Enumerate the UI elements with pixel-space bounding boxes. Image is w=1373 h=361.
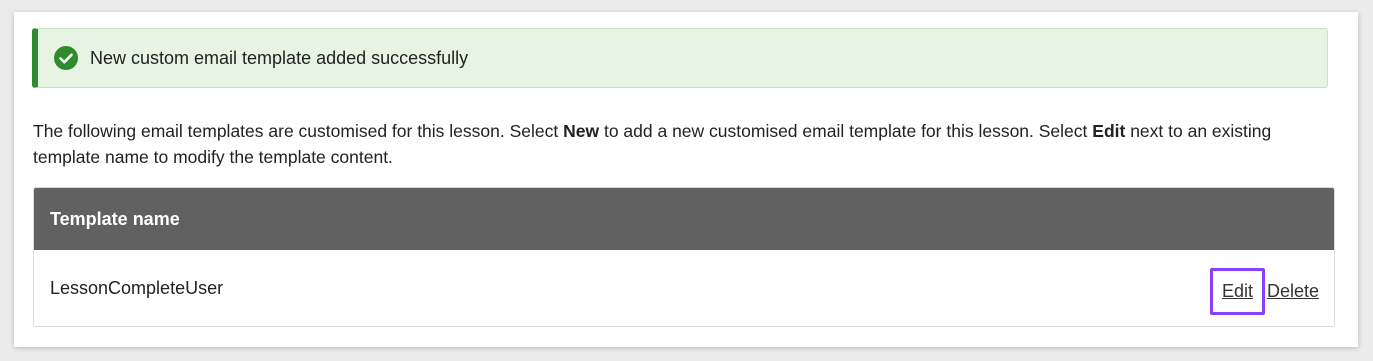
success-alert: New custom email template added successf… (32, 28, 1328, 88)
edit-link[interactable]: Edit (1222, 281, 1253, 302)
templates-table: Template name LessonCompleteUser Edit De… (33, 187, 1335, 327)
intro-bold-new: New (563, 121, 600, 141)
table-header: Template name (34, 188, 1334, 250)
column-header-template-name: Template name (50, 208, 180, 229)
template-name-cell: LessonCompleteUser (50, 277, 224, 298)
alert-message: New custom email template added successf… (90, 47, 469, 68)
check-circle-icon (54, 46, 78, 70)
edit-highlight-box: Edit (1209, 268, 1265, 315)
intro-text-part: The following email templates are custom… (33, 121, 564, 141)
table-row: LessonCompleteUser Edit Delete (34, 250, 1334, 326)
delete-link[interactable]: Delete (1267, 281, 1319, 302)
row-actions: Edit Delete (1209, 268, 1319, 315)
intro-text: The following email templates are custom… (33, 118, 1333, 170)
intro-bold-edit: Edit (1092, 121, 1126, 141)
email-templates-panel: New custom email template added successf… (14, 12, 1358, 347)
intro-text-part: to add a new customised email template f… (599, 121, 1093, 141)
